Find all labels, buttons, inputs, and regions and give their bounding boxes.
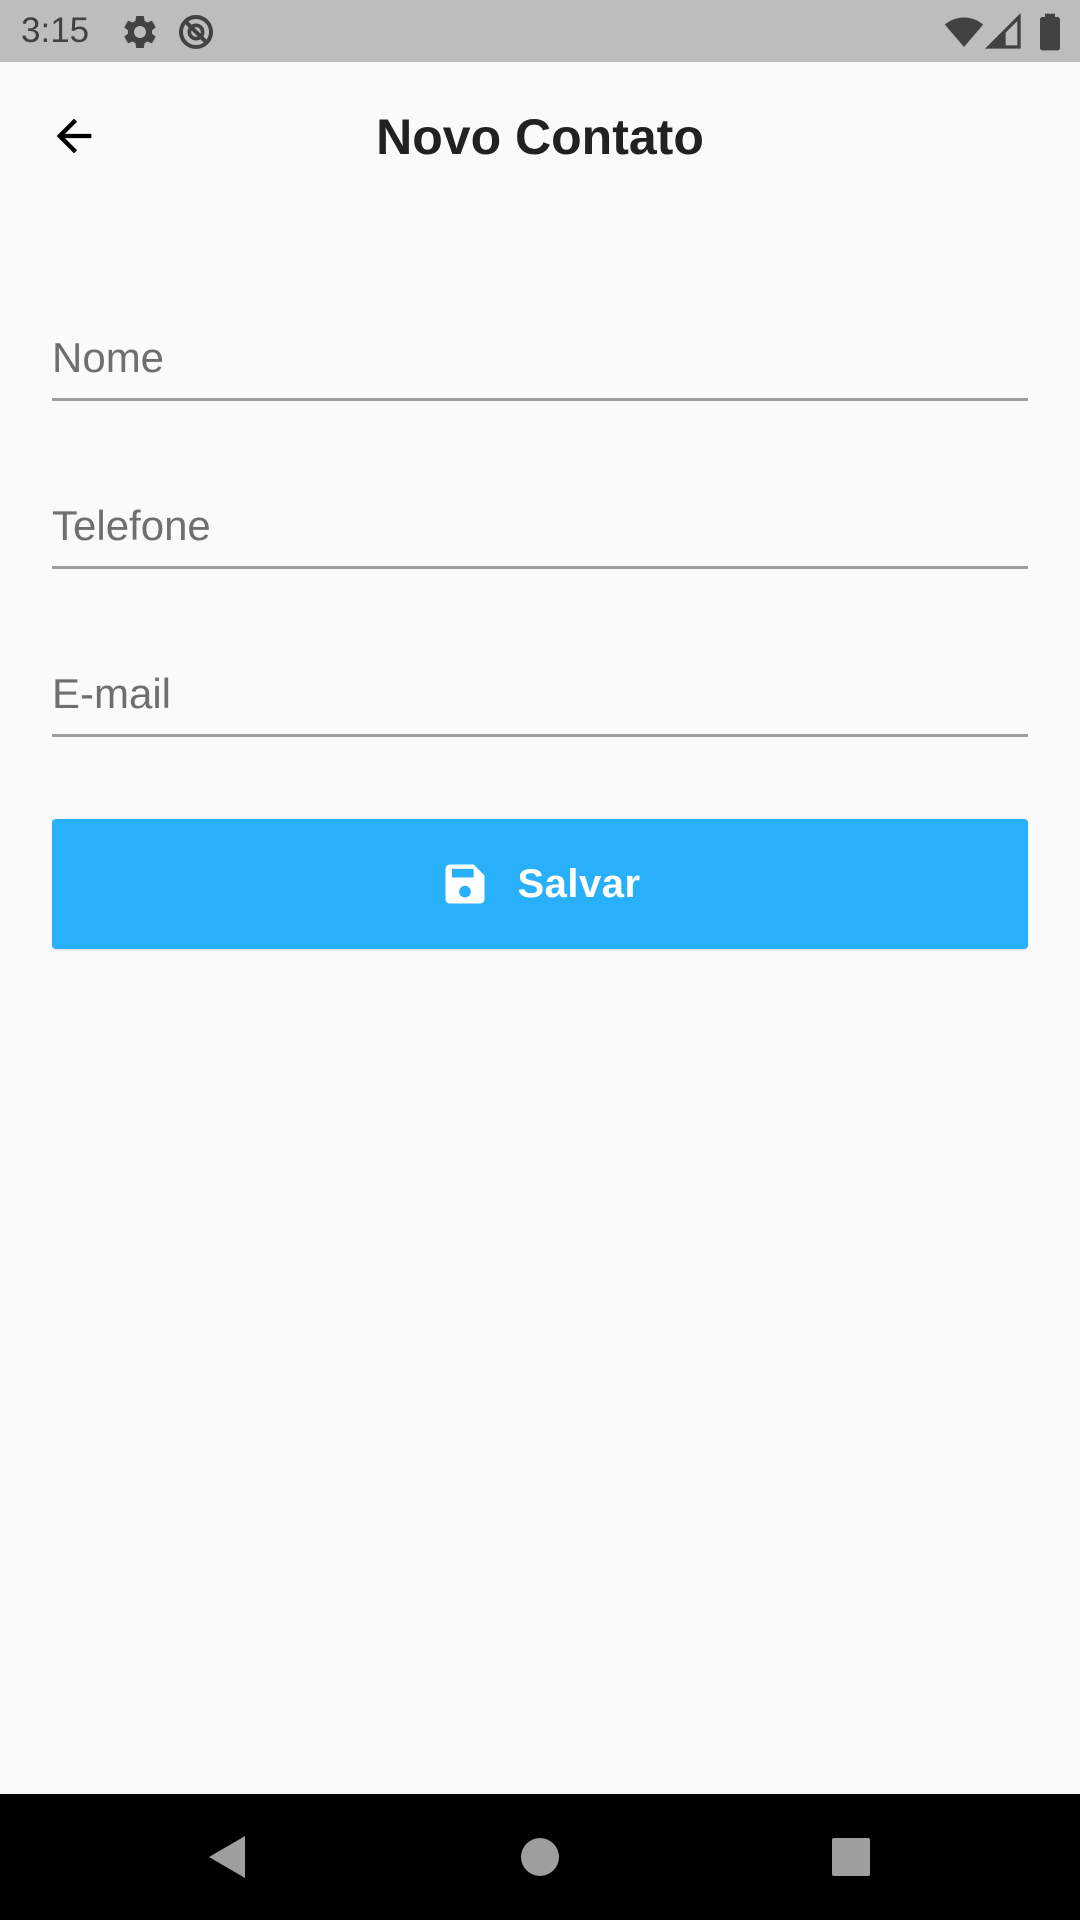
- page-title: Novo Contato: [376, 109, 704, 165]
- phone-input[interactable]: [52, 486, 1028, 569]
- system-nav-bar: [0, 1794, 1080, 1920]
- wifi-icon: [944, 12, 984, 52]
- name-input[interactable]: [52, 318, 1028, 401]
- nav-back-button[interactable]: [196, 1827, 256, 1887]
- nav-home-button[interactable]: [510, 1827, 570, 1887]
- save-button[interactable]: Salvar: [52, 819, 1028, 949]
- signal-icon: [984, 12, 1024, 52]
- back-nav-icon: [203, 1832, 249, 1882]
- status-time: 3:15: [21, 11, 90, 50]
- battery-icon: [1030, 12, 1070, 52]
- email-input[interactable]: [52, 654, 1028, 737]
- nav-recents-button[interactable]: [821, 1827, 881, 1887]
- status-bar: 3:15: [0, 0, 1080, 62]
- email-field: [52, 626, 1028, 766]
- phone-field: [52, 458, 1028, 598]
- recents-nav-icon: [831, 1837, 871, 1877]
- save-button-label: Salvar: [517, 861, 641, 906]
- save-icon: [439, 858, 491, 910]
- contact-form: [52, 290, 1028, 794]
- sync-disabled-icon: [176, 12, 216, 52]
- settings-icon: [120, 12, 160, 52]
- app-bar: Novo Contato: [0, 62, 1080, 212]
- home-nav-icon: [519, 1836, 561, 1878]
- name-field: [52, 290, 1028, 430]
